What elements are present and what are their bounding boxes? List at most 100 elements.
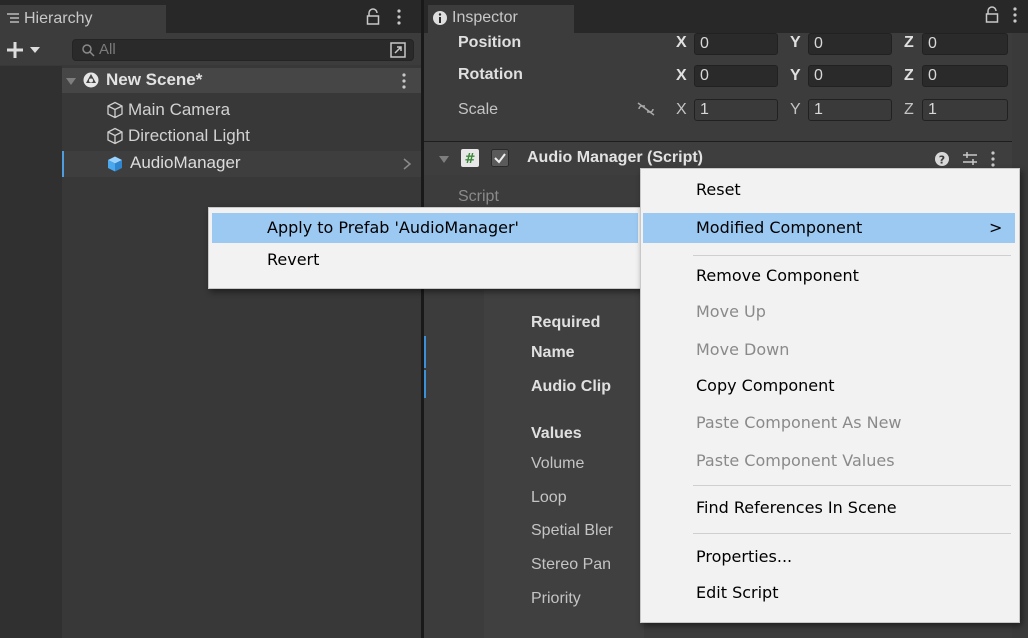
hierarchy-item-directional-light[interactable]: Directional Light xyxy=(104,125,404,149)
tab-hierarchy[interactable]: Hierarchy xyxy=(0,5,166,33)
svg-text:?: ? xyxy=(939,154,945,167)
search-placeholder: All xyxy=(99,41,116,58)
add-dropdown-button[interactable] xyxy=(6,40,56,65)
chevron-right-icon[interactable] xyxy=(402,157,412,176)
menu-item-modified-component[interactable]: Modified Component > xyxy=(643,213,1015,243)
position-y-label[interactable]: Y xyxy=(790,34,801,52)
values-label: Values xyxy=(531,425,582,442)
menu-separator xyxy=(693,255,1011,256)
hierarchy-item-audiomanager[interactable]: AudioManager xyxy=(62,151,421,177)
rotation-z-label[interactable]: Z xyxy=(904,67,914,85)
unity-scene-icon xyxy=(82,71,100,94)
scale-y-label[interactable]: Y xyxy=(790,101,801,119)
gameobject-icon xyxy=(106,127,124,150)
inspector-lock-icon[interactable] xyxy=(985,6,999,29)
menu-item-label: Remove Component xyxy=(696,266,859,285)
apply-to-prefab-item[interactable]: Apply to Prefab 'AudioManager' xyxy=(212,213,638,243)
position-y-field[interactable]: 0 xyxy=(808,33,892,55)
position-z-label[interactable]: Z xyxy=(904,34,914,52)
scene-name: New Scene* xyxy=(106,70,203,89)
revert-item[interactable]: Revert xyxy=(212,249,638,279)
priority-label: Priority xyxy=(531,590,581,607)
menu-item-label: Edit Script xyxy=(696,583,779,602)
menu-item-copy-component[interactable]: Copy Component xyxy=(641,371,1017,401)
menu-item-label: Properties... xyxy=(696,547,793,566)
menu-item-label: Paste Component As New xyxy=(696,413,902,432)
position-label: Position xyxy=(458,34,522,51)
menu-item-label: Modified Component xyxy=(696,218,863,237)
menu-item-label: Revert xyxy=(267,250,320,269)
submenu-arrow-icon: > xyxy=(989,218,1003,237)
menu-item-label: Apply to Prefab 'AudioManager' xyxy=(267,218,519,237)
list-item-label: AudioManager xyxy=(130,153,241,172)
info-icon xyxy=(432,10,448,31)
gameobject-icon xyxy=(106,101,124,124)
component-context-menu: Reset Modified Component > Remove Compon… xyxy=(640,168,1020,623)
scene-header-row[interactable]: New Scene* xyxy=(62,68,421,93)
hierarchy-list-icon xyxy=(5,10,21,31)
rotation-x-field[interactable]: 0 xyxy=(694,65,778,87)
component-title: Audio Manager (Script) xyxy=(527,149,704,166)
menu-item-label: Copy Component xyxy=(696,376,835,395)
rotation-y-label[interactable]: Y xyxy=(790,67,801,85)
loop-label: Loop xyxy=(531,489,567,506)
override-indicator xyxy=(424,336,426,368)
menu-item-move-up: Move Up xyxy=(641,297,1017,327)
position-x-field[interactable]: 0 xyxy=(694,33,778,55)
rotation-x-label[interactable]: X xyxy=(676,67,687,85)
scene-kebab-icon[interactable] xyxy=(401,72,407,95)
prefab-submenu: Apply to Prefab 'AudioManager' Revert xyxy=(208,207,644,289)
menu-item-label: Move Up xyxy=(696,302,766,321)
constrain-proportions-icon[interactable] xyxy=(636,101,656,122)
script-field-label: Script xyxy=(458,188,499,205)
stereo-pan-label: Stereo Pan xyxy=(531,556,612,573)
scale-y-field[interactable]: 1 xyxy=(808,99,892,121)
menu-item-paste-values: Paste Component Values xyxy=(641,446,1017,476)
hierarchy-gutter xyxy=(0,66,62,638)
rotation-z-field[interactable]: 0 xyxy=(922,65,1008,87)
menu-item-label: Find References In Scene xyxy=(696,498,897,517)
menu-separator xyxy=(693,485,1011,486)
menu-item-remove-component[interactable]: Remove Component xyxy=(641,261,1017,291)
lock-icon[interactable] xyxy=(366,8,380,31)
menu-item-reset[interactable]: Reset xyxy=(641,175,1017,205)
inspector-tab-label: Inspector xyxy=(452,9,518,26)
override-indicator xyxy=(424,370,426,398)
csharp-script-icon: # xyxy=(461,149,479,172)
position-x-label[interactable]: X xyxy=(676,34,687,52)
menu-item-paste-as-new: Paste Component As New xyxy=(641,408,1017,438)
inspector-kebab-icon[interactable] xyxy=(1012,6,1018,29)
list-item-label: Directional Light xyxy=(128,126,250,145)
position-z-field[interactable]: 0 xyxy=(922,33,1008,55)
list-item-label: Main Camera xyxy=(128,100,231,119)
component-enabled-checkbox[interactable] xyxy=(491,149,509,172)
required-label: Required xyxy=(531,314,601,331)
menu-item-label: Move Down xyxy=(696,340,790,359)
scale-x-label[interactable]: X xyxy=(676,101,687,119)
menu-item-move-down: Move Down xyxy=(641,335,1017,365)
menu-separator xyxy=(693,533,1011,534)
hierarchy-search-input[interactable]: All xyxy=(72,39,414,61)
scale-x-field[interactable]: 1 xyxy=(694,99,778,121)
scale-label: Scale xyxy=(458,101,499,118)
foldout-arrow-icon[interactable] xyxy=(438,153,450,171)
scale-z-label[interactable]: Z xyxy=(904,101,914,119)
menu-item-properties[interactable]: Properties... xyxy=(641,542,1017,572)
hierarchy-item-main-camera[interactable]: Main Camera xyxy=(104,99,404,123)
foldout-arrow-icon[interactable] xyxy=(65,75,77,93)
rotation-y-field[interactable]: 0 xyxy=(808,65,892,87)
audio-clip-label: Audio Clip xyxy=(531,378,611,395)
spatial-blend-label: Spetial Bler xyxy=(531,522,613,539)
tab-inspector[interactable]: Inspector xyxy=(428,5,574,33)
kebab-menu-icon[interactable] xyxy=(396,8,402,31)
menu-item-label: Reset xyxy=(696,180,741,199)
menu-item-label: Paste Component Values xyxy=(696,451,895,470)
hierarchy-tab-label: Hierarchy xyxy=(24,10,93,27)
menu-item-edit-script[interactable]: Edit Script xyxy=(641,578,1017,608)
search-filter-icon[interactable] xyxy=(389,41,407,64)
scale-z-field[interactable]: 1 xyxy=(922,99,1008,121)
volume-label: Volume xyxy=(531,455,585,472)
selection-indicator xyxy=(62,151,64,177)
rotation-label: Rotation xyxy=(458,66,523,83)
menu-item-find-references[interactable]: Find References In Scene xyxy=(641,493,1017,523)
